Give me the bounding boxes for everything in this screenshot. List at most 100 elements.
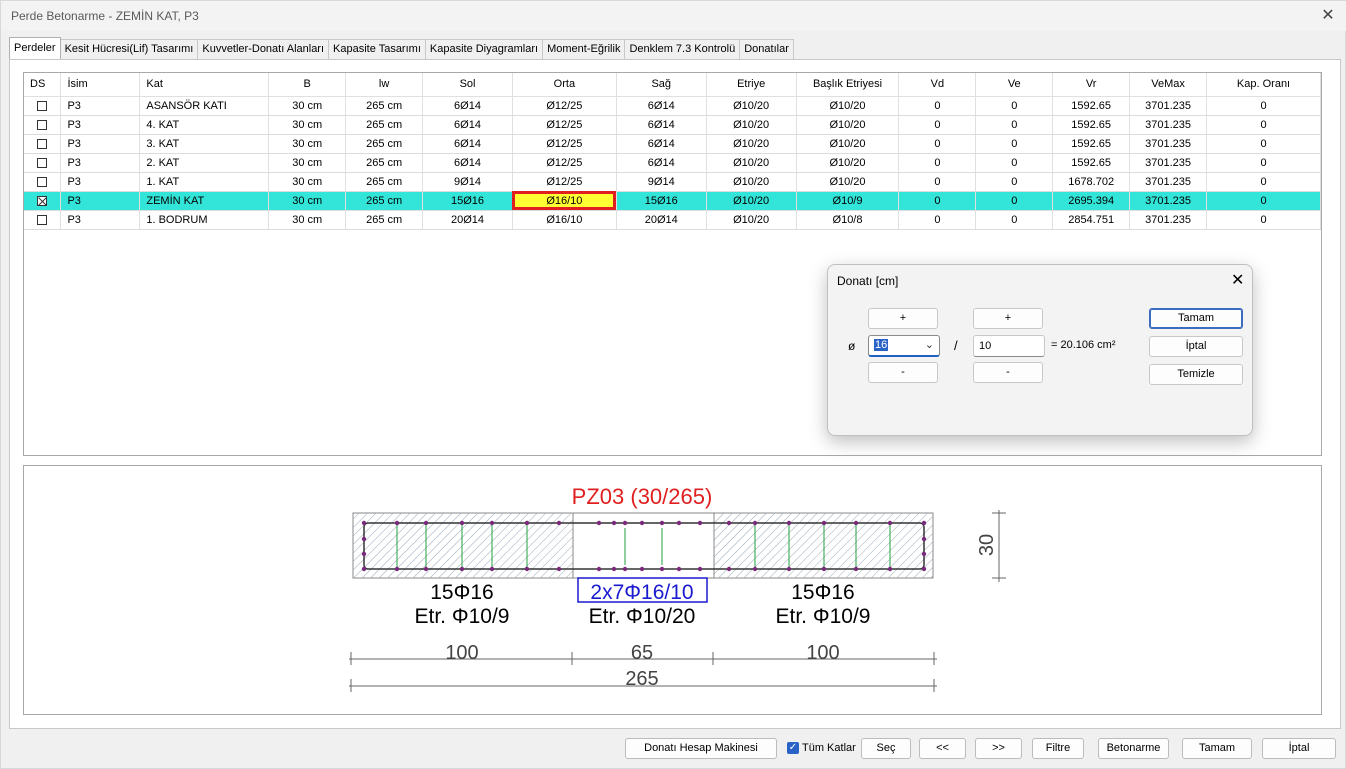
- table-row[interactable]: P3 3. KAT 30 cm 265 cm 6Ø14 Ø12/25 6Ø14 Ø10/20 Ø…: [24, 134, 1321, 154]
- table-cell[interactable]: 0: [975, 172, 1054, 192]
- table-cell[interactable]: 30 cm: [268, 172, 347, 192]
- table-cell[interactable]: 0: [1206, 191, 1321, 211]
- table-cell[interactable]: 30 cm: [268, 210, 347, 230]
- table-cell[interactable]: 30 cm: [268, 191, 347, 211]
- table-cell[interactable]: 265 cm: [345, 172, 424, 192]
- dialog-cancel-button[interactable]: İptal: [1149, 336, 1243, 357]
- table-cell[interactable]: ASANSÖR KATI: [139, 96, 270, 116]
- table-cell[interactable]: 1. KAT: [139, 172, 270, 192]
- tab-donatilar[interactable]: Donatılar: [739, 39, 794, 59]
- table-row[interactable]: P3 ZEMİN KAT 30 cm 265 cm 15Ø16 Ø16/10 15Ø16 Ø1…: [24, 191, 1321, 211]
- tab-perdeler[interactable]: Perdeler: [9, 37, 61, 59]
- table-cell[interactable]: P3: [60, 191, 141, 211]
- table-cell[interactable]: 0: [1206, 115, 1321, 135]
- diameter-combo[interactable]: 16 ⌄: [868, 335, 940, 357]
- table-cell[interactable]: 30 cm: [268, 115, 347, 135]
- ok-button[interactable]: Tamam: [1182, 738, 1252, 759]
- table-cell[interactable]: ZEMİN KAT: [139, 191, 270, 211]
- table-cell[interactable]: 265 cm: [345, 191, 424, 211]
- table-cell[interactable]: 1592.65: [1052, 96, 1131, 116]
- spacing-input[interactable]: [973, 335, 1045, 357]
- table-row[interactable]: P3 4. KAT 30 cm 265 cm 6Ø14 Ø12/25 6Ø14 Ø10/20 Ø…: [24, 115, 1321, 135]
- table-cell[interactable]: 1. BODRUM: [139, 210, 270, 230]
- tab-kesit-hucresi[interactable]: Kesit Hücresi(Lif) Tasarımı: [59, 39, 199, 59]
- prev-button[interactable]: <<: [919, 738, 966, 759]
- column-header[interactable]: Orta: [512, 73, 617, 97]
- column-header[interactable]: İsim: [60, 73, 141, 97]
- table-cell[interactable]: P3: [60, 96, 141, 116]
- table-cell[interactable]: 6Ø14: [422, 115, 513, 135]
- table-cell[interactable]: 3701.235: [1129, 134, 1208, 154]
- ds-checkbox[interactable]: [37, 176, 48, 187]
- dialog-ok-button[interactable]: Tamam: [1149, 308, 1243, 329]
- table-cell[interactable]: Ø12/25: [512, 134, 617, 154]
- column-header[interactable]: B: [268, 73, 347, 97]
- diameter-minus-button[interactable]: -: [868, 362, 938, 383]
- table-cell[interactable]: 0: [975, 191, 1054, 211]
- tab-denklem[interactable]: Denklem 7.3 Kontrolü: [624, 39, 741, 59]
- table-cell[interactable]: P3: [60, 134, 141, 154]
- select-button[interactable]: Seç: [861, 738, 911, 759]
- ds-checkbox[interactable]: [37, 119, 48, 130]
- table-cell[interactable]: 0: [898, 96, 977, 116]
- table-cell[interactable]: 6Ø14: [616, 153, 707, 173]
- table-cell[interactable]: 2854.751: [1052, 210, 1131, 230]
- table-cell[interactable]: 1592.65: [1052, 115, 1131, 135]
- table-cell[interactable]: Ø10/20: [706, 96, 797, 116]
- table-cell[interactable]: Ø12/25: [512, 96, 617, 116]
- table-cell[interactable]: 265 cm: [345, 115, 424, 135]
- table-cell[interactable]: P3: [60, 115, 141, 135]
- table-cell[interactable]: 30 cm: [268, 134, 347, 154]
- tab-kapasite-diyagramlari[interactable]: Kapasite Diyagramları: [424, 39, 544, 59]
- column-header[interactable]: Vd: [898, 73, 977, 97]
- column-header[interactable]: Sol: [422, 73, 513, 97]
- table-cell[interactable]: 0: [975, 96, 1054, 116]
- table-cell[interactable]: 20Ø14: [422, 210, 513, 230]
- table-cell[interactable]: 3. KAT: [139, 134, 270, 154]
- table-cell[interactable]: Ø10/20: [706, 172, 797, 192]
- table-cell[interactable]: Ø10/20: [706, 115, 797, 135]
- table-cell[interactable]: Ø10/20: [706, 191, 797, 211]
- table-cell[interactable]: 6Ø14: [616, 115, 707, 135]
- table-row[interactable]: P3 ASANSÖR KATI 30 cm 265 cm 6Ø14 Ø12/25 6Ø14 Ø…: [24, 96, 1321, 116]
- table-cell[interactable]: Ø10/20: [706, 153, 797, 173]
- table-cell[interactable]: 4. KAT: [139, 115, 270, 135]
- chevron-down-icon[interactable]: ⌄: [925, 338, 934, 351]
- table-cell[interactable]: Ø10/20: [796, 96, 900, 116]
- filter-button[interactable]: Filtre: [1032, 738, 1084, 759]
- table-cell[interactable]: Ø16/10: [512, 191, 617, 211]
- table-cell[interactable]: 265 cm: [345, 134, 424, 154]
- spacing-plus-button[interactable]: +: [973, 308, 1043, 329]
- column-header[interactable]: Başlık Etriyesi: [796, 73, 900, 97]
- table-cell[interactable]: 0: [1206, 134, 1321, 154]
- table-cell[interactable]: 265 cm: [345, 96, 424, 116]
- table-cell[interactable]: 15Ø16: [422, 191, 513, 211]
- table-cell[interactable]: 9Ø14: [616, 172, 707, 192]
- table-cell[interactable]: 9Ø14: [422, 172, 513, 192]
- ds-checkbox[interactable]: [37, 214, 48, 225]
- table-cell[interactable]: P3: [60, 210, 141, 230]
- all-floors-checkbox[interactable]: ✓: [787, 742, 799, 754]
- table-cell[interactable]: Ø10/9: [796, 191, 900, 211]
- table-cell[interactable]: 6Ø14: [616, 96, 707, 116]
- table-cell[interactable]: 0: [898, 115, 977, 135]
- table-cell[interactable]: 20Ø14: [616, 210, 707, 230]
- column-header[interactable]: DS: [24, 73, 62, 97]
- ds-checkbox[interactable]: [37, 157, 48, 168]
- table-row[interactable]: P3 1. BODRUM 30 cm 265 cm 20Ø14 Ø16/10 20Ø14 Ø1…: [24, 210, 1321, 230]
- table-cell[interactable]: P3: [60, 172, 141, 192]
- table-cell[interactable]: 2695.394: [1052, 191, 1131, 211]
- column-header[interactable]: Kap. Oranı: [1206, 73, 1321, 97]
- column-header[interactable]: Etriye: [706, 73, 797, 97]
- table-cell[interactable]: 0: [898, 210, 977, 230]
- table-cell[interactable]: Ø12/25: [512, 172, 617, 192]
- column-header[interactable]: Sağ: [616, 73, 707, 97]
- table-cell[interactable]: 3701.235: [1129, 96, 1208, 116]
- rebar-calculator-button[interactable]: Donatı Hesap Makinesi: [625, 738, 777, 759]
- table-cell[interactable]: 0: [898, 172, 977, 192]
- table-cell[interactable]: 0: [898, 134, 977, 154]
- table-cell[interactable]: 3701.235: [1129, 210, 1208, 230]
- table-cell[interactable]: 6Ø14: [616, 134, 707, 154]
- table-cell[interactable]: Ø10/20: [706, 210, 797, 230]
- table-cell[interactable]: 3701.235: [1129, 191, 1208, 211]
